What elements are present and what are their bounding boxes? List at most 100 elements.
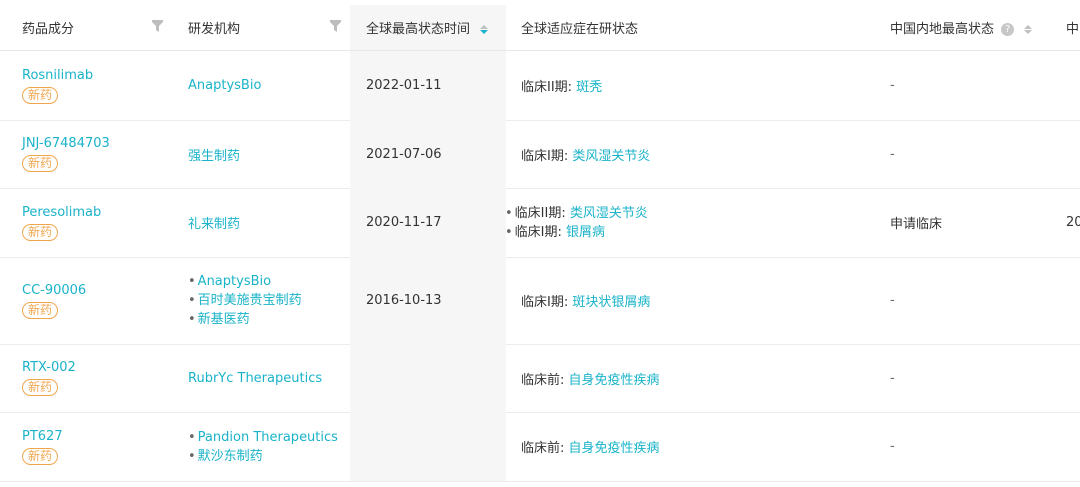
org-link[interactable]: 礼来制药 xyxy=(188,213,348,232)
header-cell-org: 研发机构 xyxy=(188,5,338,50)
table-row: Peresolimab 新药 礼来制药 2020-11-17 • 临床II期: 类风湿关节… xyxy=(0,188,1080,258)
drug-cell: CC-90006 新药 xyxy=(22,257,172,344)
drug-name-link[interactable]: CC-90006 xyxy=(22,283,172,299)
date-value: 2021-07-06 xyxy=(366,146,442,162)
org-link[interactable]: 百时美施贵宝制药 xyxy=(198,293,302,308)
org-cell: RubrYc Therapeutics xyxy=(188,344,348,412)
drug-cell: Peresolimab 新药 xyxy=(22,188,172,257)
table-row: PT627 新药 • Pandion Therapeutics • 默沙东制药 临床前: 自… xyxy=(0,412,1080,482)
indication-list: • 临床II期: 类风湿关节炎 • 临床I期: 银屑病 xyxy=(505,204,845,242)
indication-item: 临床前: 自身免疫性疾病 xyxy=(521,369,861,388)
org-link[interactable]: RubrYc Therapeutics xyxy=(188,371,348,386)
date-value: 2020-11-17 xyxy=(366,215,442,230)
header-cn-status-label: 中国内地最高状态 xyxy=(890,22,995,37)
org-cell: 礼来制药 xyxy=(188,188,348,257)
next-col-cell xyxy=(1066,120,1080,188)
indication-cell: 临床前: 自身免疫性疾病 xyxy=(521,412,861,481)
new-drug-badge: 新药 xyxy=(22,379,59,396)
cn-status-value: - xyxy=(890,146,895,162)
org-list-item: • 新基医药 xyxy=(188,310,348,329)
cn-status-value: 申请临床 xyxy=(890,217,943,232)
indication-disease-link[interactable]: 斑秃 xyxy=(576,80,602,95)
drug-name-link[interactable]: JNJ-67484703 xyxy=(22,136,172,152)
next-col-cell: 20 xyxy=(1066,188,1080,257)
indication-phase: 临床II期: xyxy=(514,205,566,221)
indication-phase: 临床II期: xyxy=(521,80,573,95)
cn-status-cell: - xyxy=(890,344,1050,412)
drug-name-link[interactable]: Peresolimab xyxy=(22,205,172,221)
indication-disease-link[interactable]: 自身免疫性疾病 xyxy=(569,373,660,388)
indication-cell: 临床I期: 斑块状银屑病 xyxy=(521,257,861,344)
drug-name-link[interactable]: RTX-002 xyxy=(22,360,172,376)
header-cell-date[interactable]: 全球最高状态时间 xyxy=(350,5,506,50)
indication-disease-link[interactable]: 斑块状银屑病 xyxy=(572,295,650,310)
date-cell: 2020-11-17 xyxy=(350,188,506,257)
indication-item: • 临床I期: 银屑病 xyxy=(505,223,845,242)
table-header: 药品成分 研发机构 全球最高状态时间 全球适应症在研状态 中国内地最高状态 ? … xyxy=(0,5,1080,51)
table-row: CC-90006 新药 • AnaptysBio • 百时美施贵宝制药 • 新基医药 2016-… xyxy=(0,257,1080,345)
sort-icon[interactable] xyxy=(1024,25,1033,34)
header-cell-drug: 药品成分 xyxy=(22,5,172,50)
bullet-icon: • xyxy=(188,312,196,327)
cn-status-value: - xyxy=(890,293,895,308)
indication-disease-link[interactable]: 银屑病 xyxy=(566,225,605,240)
date-value: 2022-01-11 xyxy=(366,78,442,93)
next-col-cell xyxy=(1066,412,1080,481)
new-drug-badge: 新药 xyxy=(22,223,59,241)
filter-icon[interactable] xyxy=(152,20,163,32)
header-drug-label: 药品成分 xyxy=(22,22,75,37)
org-link[interactable]: 默沙东制药 xyxy=(198,449,263,464)
cn-status-cell: 申请临床 xyxy=(890,188,1050,257)
org-list: • AnaptysBio • 百时美施贵宝制药 • 新基医药 xyxy=(188,272,348,329)
org-cell: • Pandion Therapeutics • 默沙东制药 xyxy=(188,412,348,481)
table-row: Rosnilimab 新药 AnaptysBio 2022-01-11 临床II期: 斑… xyxy=(0,51,1080,121)
header-next-label: 中 xyxy=(1066,22,1080,37)
bullet-icon: • xyxy=(188,293,196,308)
org-link[interactable]: Pandion Therapeutics xyxy=(198,430,338,445)
new-drug-badge: 新药 xyxy=(22,155,59,172)
indication-phase: 临床I期: xyxy=(514,224,562,240)
indication-item: 临床前: 自身免疫性疾病 xyxy=(521,437,861,456)
bullet-icon: • xyxy=(505,205,513,221)
org-cell: 强生制药 xyxy=(188,120,348,188)
org-link[interactable]: 强生制药 xyxy=(188,145,348,164)
indication-disease-link[interactable]: 类风湿关节炎 xyxy=(570,206,648,221)
indication-cell: 临床I期: 类风湿关节炎 xyxy=(521,120,861,188)
indication-cell: 临床II期: 斑秃 xyxy=(521,51,861,120)
bullet-icon: • xyxy=(188,448,196,464)
indication-cell: 临床前: 自身免疫性疾病 xyxy=(521,344,861,412)
indication-item: 临床I期: 类风湿关节炎 xyxy=(521,145,861,164)
indication-phase: 临床前: xyxy=(521,372,565,388)
header-indication-label: 全球适应症在研状态 xyxy=(521,22,639,37)
drug-cell: Rosnilimab 新药 xyxy=(22,51,172,120)
org-list: • Pandion Therapeutics • 默沙东制药 xyxy=(188,428,348,466)
cn-status-cell: - xyxy=(890,120,1050,188)
drug-cell: PT627 新药 xyxy=(22,412,172,481)
drug-table: 药品成分 研发机构 全球最高状态时间 全球适应症在研状态 中国内地最高状态 ? … xyxy=(0,0,1080,487)
new-drug-badge: 新药 xyxy=(22,86,59,104)
drug-cell: JNJ-67484703 新药 xyxy=(22,120,172,188)
date-cell: 2022-01-11 xyxy=(350,51,506,120)
header-cell-next: 中 xyxy=(1066,5,1080,50)
help-icon[interactable]: ? xyxy=(1001,23,1015,36)
indication-phase: 临床I期: xyxy=(521,295,569,310)
date-cell: 2016-10-13 xyxy=(350,257,506,344)
filter-icon[interactable] xyxy=(330,20,341,32)
cn-status-value: - xyxy=(890,78,895,93)
header-cell-cn-status[interactable]: 中国内地最高状态 ? xyxy=(890,5,1050,50)
next-col-cell xyxy=(1066,344,1080,412)
org-link[interactable]: AnaptysBio xyxy=(198,274,271,289)
org-link[interactable]: 新基医药 xyxy=(198,312,250,327)
org-link[interactable]: AnaptysBio xyxy=(188,78,348,93)
cn-status-value: - xyxy=(890,439,895,454)
drug-name-link[interactable]: Rosnilimab xyxy=(22,68,172,84)
indication-item: 临床I期: 斑块状银屑病 xyxy=(521,291,861,310)
next-col-value: 20 xyxy=(1066,215,1080,230)
indication-disease-link[interactable]: 自身免疫性疾病 xyxy=(569,441,660,456)
drug-name-link[interactable]: PT627 xyxy=(22,429,172,445)
indication-phase: 临床I期: xyxy=(521,148,569,164)
org-list-item: • AnaptysBio xyxy=(188,272,348,291)
sort-icon[interactable] xyxy=(480,25,489,34)
org-list-item: • 默沙东制药 xyxy=(188,447,348,466)
indication-disease-link[interactable]: 类风湿关节炎 xyxy=(572,149,650,164)
